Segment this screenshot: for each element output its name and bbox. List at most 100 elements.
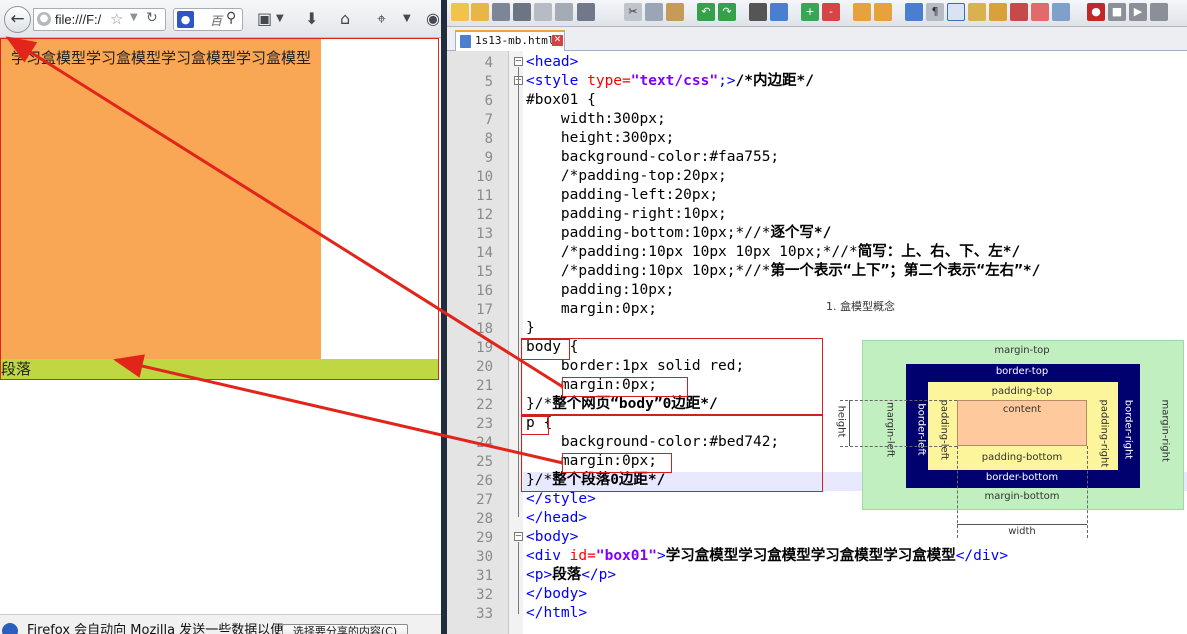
url-dropdown-icon[interactable]: ▼: [130, 12, 138, 23]
folder-workspace-icon[interactable]: [1031, 3, 1049, 21]
stop-macro-icon[interactable]: ■: [1108, 3, 1126, 21]
sync-v-icon[interactable]: [853, 3, 871, 21]
code-line-29: <body>: [526, 529, 579, 545]
label-padding-left: padding-left: [938, 399, 950, 460]
code-line-16: padding:10px;: [526, 282, 675, 298]
wrap-icon[interactable]: [905, 3, 923, 21]
label-margin-left: margin-left: [884, 401, 896, 458]
tab-bar: 1s13-mb.html ✕: [447, 27, 1187, 51]
diagram-caption: 1. 盒模型概念: [826, 300, 895, 313]
notification-bar: Firefox 会自动向 Mozilla 发送一些数据以便 选择要分享的内容(C…: [0, 614, 441, 634]
paw-icon[interactable]: ●: [177, 11, 194, 28]
run-macro-multiple-icon[interactable]: [1150, 3, 1168, 21]
find-icon[interactable]: [749, 3, 767, 21]
open-file-icon[interactable]: [471, 3, 489, 21]
line-number: 15: [476, 264, 493, 280]
line-number: 8: [484, 131, 493, 147]
width-guide-right: [1087, 446, 1088, 538]
function-list-icon[interactable]: [1010, 3, 1028, 21]
line-number: 13: [476, 226, 493, 242]
paragraph: 段落: [1, 359, 438, 379]
crop-icon[interactable]: ⌖: [377, 9, 386, 29]
line-number: 28: [476, 511, 493, 527]
cut-icon[interactable]: ✂: [624, 3, 642, 21]
fold-line: [518, 67, 519, 517]
home-icon[interactable]: ⌂: [340, 9, 350, 28]
search-icon[interactable]: ⚲: [226, 10, 236, 26]
bookmarks-icon[interactable]: ▣: [257, 9, 272, 28]
play-macro-icon[interactable]: ▶: [1129, 3, 1147, 21]
undo-icon[interactable]: ↶: [697, 3, 715, 21]
new-file-icon[interactable]: [451, 3, 469, 21]
chat-icon[interactable]: ◉: [426, 9, 440, 28]
url-bar[interactable]: ● file:///F:/ ☆ ▼ ↻: [33, 8, 166, 31]
height-guide-top: [840, 400, 957, 401]
code-token: </p>: [581, 567, 617, 583]
save-all-icon[interactable]: [513, 3, 531, 21]
file-icon: [460, 35, 471, 48]
sync-h-icon[interactable]: [874, 3, 892, 21]
zoom-out-icon[interactable]: -: [822, 3, 840, 21]
code-token: /*padding:10px 10px 10px 10px;*//*: [526, 244, 858, 260]
udl-icon[interactable]: [968, 3, 986, 21]
firefox-window: ← ● file:///F:/ ☆ ▼ ↻ ● 百 ⚲ ▣ ▼ ⬇ ⌂ ⌖ ▼ …: [0, 0, 441, 634]
code-line-27: </style>: [526, 491, 596, 507]
screen: ← ● file:///F:/ ☆ ▼ ↻ ● 百 ⚲ ▣ ▼ ⬇ ⌂ ⌖ ▼ …: [0, 0, 1187, 634]
reload-icon[interactable]: ↻: [146, 10, 158, 26]
label-border-left: border-left: [915, 403, 927, 456]
indent-guide-icon[interactable]: [947, 3, 965, 21]
label-padding-bottom: padding-bottom: [981, 452, 1063, 463]
line-number: 21: [476, 378, 493, 394]
fold-toggle-icon[interactable]: –: [514, 532, 523, 541]
print-icon[interactable]: [577, 3, 595, 21]
url-text: file:///F:/: [55, 12, 102, 27]
copy-icon[interactable]: [645, 3, 663, 21]
bookmarks-dropdown-icon[interactable]: ▼: [276, 13, 284, 24]
line-number: 33: [476, 606, 493, 622]
code-token: /*内边距*/: [735, 73, 814, 89]
code-token: <style: [526, 73, 588, 89]
monitoring-icon[interactable]: [1052, 3, 1070, 21]
line-number: 14: [476, 245, 493, 261]
fold-toggle-icon[interactable]: –: [514, 57, 523, 66]
line-number: 23: [476, 416, 493, 432]
line-number: 10: [476, 169, 493, 185]
back-button[interactable]: ←: [4, 6, 31, 33]
line-number: 31: [476, 568, 493, 584]
editor-toolbar: ✂ ↶ ↷ + - ¶ ● ■ ▶: [447, 0, 1187, 27]
choose-share-button[interactable]: 选择要分享的内容(C): [282, 624, 408, 634]
crop-dropdown-icon[interactable]: ▼: [403, 13, 411, 24]
save-icon[interactable]: [492, 3, 510, 21]
doc-map-icon[interactable]: [989, 3, 1007, 21]
close-icon[interactable]: [534, 3, 552, 21]
redo-icon[interactable]: ↷: [718, 3, 736, 21]
line-number: 9: [484, 150, 493, 166]
bookmark-star-icon[interactable]: ☆: [110, 10, 123, 28]
zoom-in-icon[interactable]: +: [801, 3, 819, 21]
tab-file[interactable]: 1s13-mb.html ✕: [455, 30, 565, 51]
annotation-box-p-selector: [521, 416, 549, 435]
search-box[interactable]: ● 百 ⚲: [173, 8, 243, 31]
code-token: 简写：上、右、下、左*/: [857, 244, 1021, 260]
close-all-icon[interactable]: [555, 3, 573, 21]
line-number: 7: [484, 112, 493, 128]
paste-icon[interactable]: [666, 3, 684, 21]
code-line-15: /*padding:10px 10px;*//*第一个表示“上下”；第二个表示“…: [526, 262, 1040, 281]
line-number: 17: [476, 302, 493, 318]
code-token: "text/css": [630, 73, 719, 89]
replace-icon[interactable]: [770, 3, 788, 21]
line-number: 26: [476, 473, 493, 489]
height-guide-bottom: [840, 446, 957, 447]
show-all-chars-icon[interactable]: ¶: [926, 3, 944, 21]
globe-icon: ●: [37, 12, 51, 26]
code-token: <div: [526, 548, 570, 564]
line-number: 6: [484, 93, 493, 109]
code-token: /*padding:10px 10px;*//*: [526, 263, 771, 279]
code-line-6: #box01 {: [526, 92, 596, 108]
code-line-4: <head>: [526, 54, 579, 70]
download-icon[interactable]: ⬇: [305, 9, 318, 28]
record-macro-icon[interactable]: ●: [1087, 3, 1105, 21]
code-token: padding-bottom:10px;*//*: [526, 225, 771, 241]
tab-close-icon[interactable]: ✕: [552, 35, 563, 46]
paragraph-text: 段落: [1, 360, 32, 378]
